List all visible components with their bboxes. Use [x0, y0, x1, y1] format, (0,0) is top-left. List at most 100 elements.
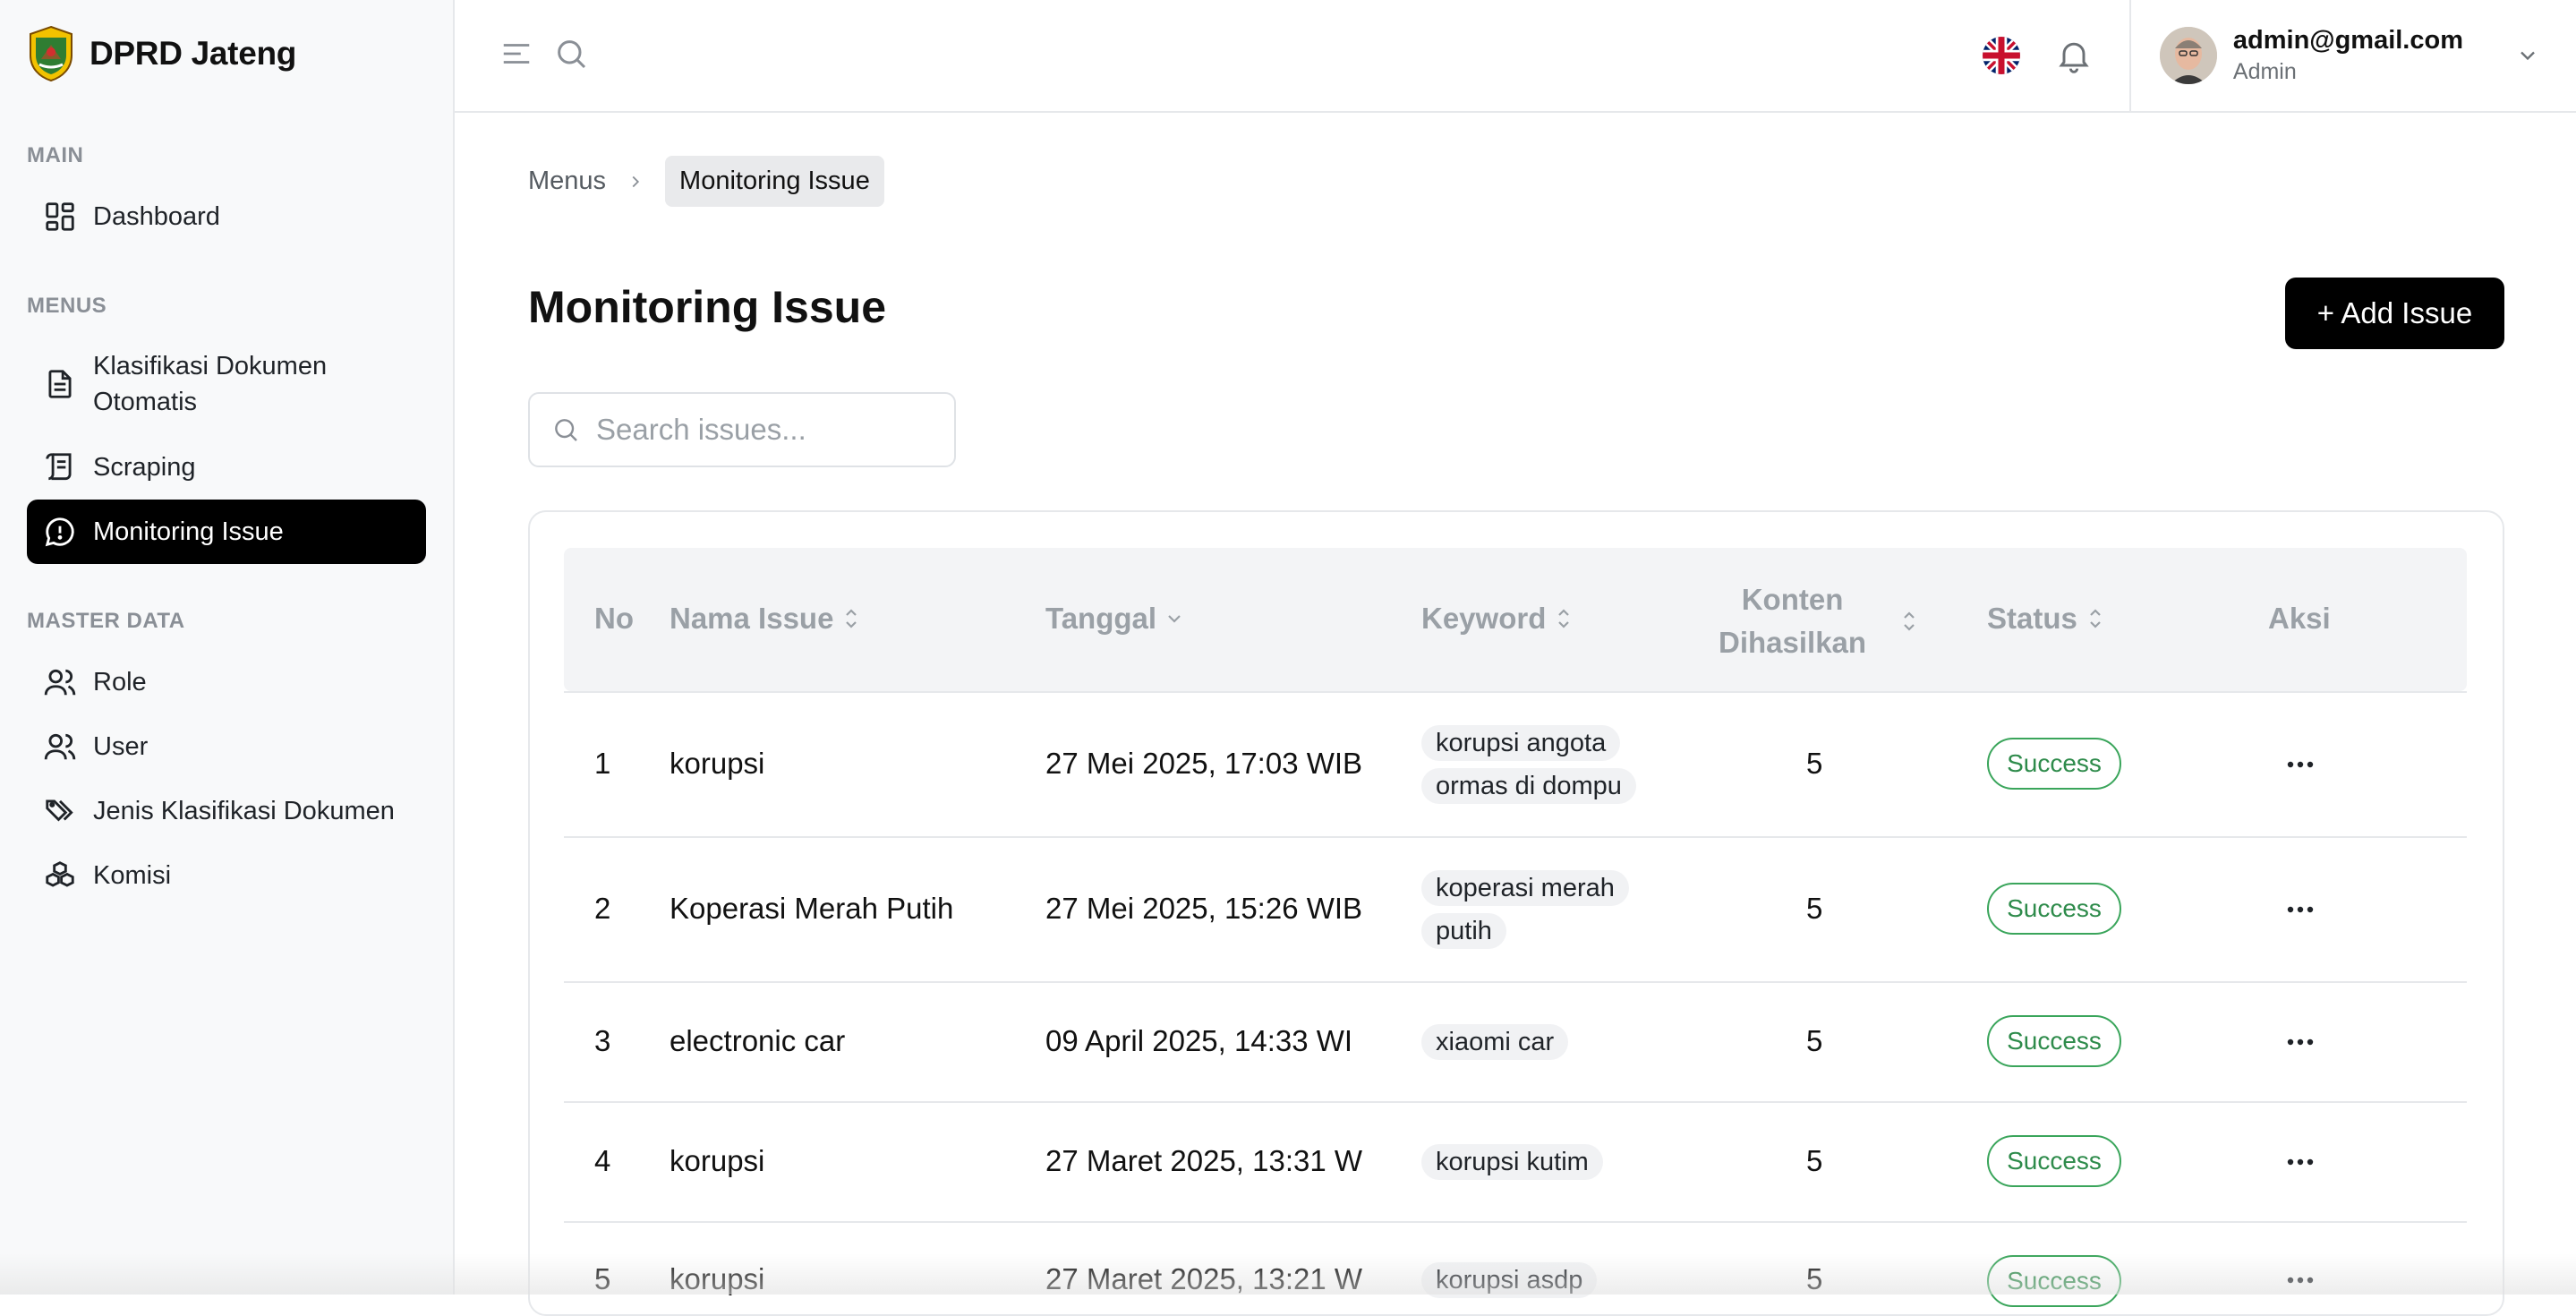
cell-nama-issue: Koperasi Merah Putih	[670, 892, 954, 925]
chevron-down-icon[interactable]	[2515, 43, 2540, 68]
keyword-chip-text: korupsi angota ormas di dompu	[1421, 725, 1636, 804]
menu-toggle-icon[interactable]	[499, 37, 533, 71]
cell-nama-issue: electronic car	[670, 1024, 846, 1057]
sort-icon	[2090, 609, 2101, 628]
more-actions-button[interactable]	[2282, 1262, 2318, 1298]
brand-title: DPRD Jateng	[90, 35, 297, 72]
section-label-master-data: MASTER DATA	[27, 609, 185, 633]
jateng-logo-icon	[30, 25, 73, 82]
sidebar-item-label: Klasifikasi Dokumen Otomatis	[93, 352, 328, 416]
keyword-chip-text: koperasi merah putih	[1421, 870, 1629, 949]
column-header-nama-issue[interactable]: Nama Issue	[670, 602, 862, 636]
breadcrumb: Menus Monitoring Issue	[528, 156, 884, 207]
column-header-label: Keyword	[1421, 602, 1547, 635]
more-actions-button[interactable]	[2282, 892, 2318, 927]
column-header-no: No	[594, 602, 634, 636]
row-divider	[564, 1221, 2467, 1223]
keyword-chip-text: korupsi kutim	[1421, 1144, 1603, 1180]
more-actions-button[interactable]	[2282, 1024, 2318, 1060]
status-badge: Success	[1987, 883, 2121, 935]
user-icon	[44, 733, 76, 760]
cell-tanggal: 27 Mei 2025, 17:03 WIB	[1045, 747, 1363, 780]
topbar: admin@gmail.com Admin	[455, 0, 2576, 113]
dashboard-grid-icon	[46, 202, 74, 231]
sidebar-item-label: Jenis Klasifikasi Dokumen	[93, 796, 395, 825]
column-header-label: Konten	[1741, 583, 1844, 616]
cell-nama-issue: korupsi	[670, 747, 765, 780]
keyword-chip-text: xiaomi car	[1421, 1024, 1569, 1060]
notification-bell-icon[interactable]	[2054, 36, 2094, 75]
column-header-keyword[interactable]: Keyword	[1421, 602, 1574, 636]
cell-nama-issue: korupsi	[670, 1262, 765, 1295]
cell-no: 5	[594, 1262, 611, 1295]
column-header-label: Status	[1987, 602, 2077, 635]
search-icon[interactable]	[553, 36, 589, 72]
sort-icon	[1558, 609, 1570, 628]
keyword-chip: korupsi asdp	[1421, 1259, 1598, 1302]
more-horizontal-icon	[2287, 1038, 2314, 1046]
chat-alert-icon	[45, 517, 74, 547]
cell-nama-issue: korupsi	[670, 1144, 765, 1177]
column-header-label: Nama Issue	[670, 602, 834, 635]
column-header-status[interactable]: Status	[1987, 602, 2106, 636]
scroll-icon	[46, 453, 72, 481]
add-issue-button[interactable]: + Add Issue	[2285, 278, 2504, 349]
status-badge: Success	[1987, 1135, 2121, 1187]
sidebar-item-label: Monitoring Issue	[93, 517, 284, 546]
user-email: admin@gmail.com	[2232, 26, 2463, 55]
cell-konten: 5	[1806, 1262, 1823, 1295]
cell-no: 4	[594, 1144, 611, 1177]
users-icon	[44, 669, 76, 696]
boxes-icon	[46, 861, 74, 887]
column-header-label: Aksi	[2268, 602, 2331, 635]
sidebar-item-dashboard[interactable]: Dashboard	[27, 192, 426, 242]
status-badge: Success	[1987, 1255, 2121, 1307]
sort-desc-icon	[1168, 615, 1181, 623]
sidebar-item-scraping[interactable]: Scraping	[27, 442, 426, 492]
column-header-aksi: Aksi	[2268, 602, 2331, 636]
sidebar-item-user[interactable]: User	[27, 722, 426, 772]
search-input[interactable]	[596, 413, 936, 447]
row-divider	[564, 691, 2467, 693]
row-divider	[564, 981, 2467, 983]
keyword-chip-text: korupsi asdp	[1421, 1262, 1598, 1298]
keyword-chip: xiaomi car	[1421, 1021, 1569, 1064]
sidebar-item-klasifikasi-dokumen[interactable]: Klasifikasi Dokumen Otomatis	[27, 344, 426, 424]
brand[interactable]: DPRD Jateng	[27, 25, 296, 82]
cell-no: 1	[594, 747, 611, 780]
keyword-chip: korupsi kutim	[1421, 1141, 1603, 1184]
tags-icon	[46, 799, 73, 822]
search-box[interactable]	[528, 392, 956, 467]
section-label-main: MAIN	[27, 143, 84, 167]
sidebar-item-monitoring-issue[interactable]: Monitoring Issue	[27, 500, 426, 564]
sidebar: DPRD Jateng MAIN Dashboard MENUS Klasifi…	[0, 0, 455, 1295]
cell-no: 3	[594, 1024, 611, 1057]
language-flag-uk-icon[interactable]	[1982, 37, 2020, 74]
sidebar-item-label: Scraping	[93, 452, 196, 482]
sidebar-item-label: Role	[93, 667, 147, 696]
sidebar-item-jenis-klasifikasi[interactable]: Jenis Klasifikasi Dokumen	[27, 786, 426, 836]
sidebar-item-label: Dashboard	[93, 201, 220, 231]
chevron-right-icon	[632, 175, 640, 187]
cell-konten: 5	[1806, 892, 1823, 925]
cell-tanggal: 09 April 2025, 14:33 WI	[1045, 1024, 1353, 1057]
sidebar-item-label: User	[93, 731, 149, 761]
more-horizontal-icon	[2287, 761, 2314, 768]
sidebar-item-label: Komisi	[93, 860, 172, 890]
column-header-tanggal[interactable]: Tanggal	[1045, 602, 1185, 636]
sidebar-item-komisi[interactable]: Komisi	[27, 850, 426, 901]
breadcrumb-parent[interactable]: Menus	[528, 167, 606, 196]
more-actions-button[interactable]	[2282, 747, 2318, 782]
column-header-label: No	[594, 602, 634, 635]
user-menu[interactable]: admin@gmail.com Admin	[2131, 26, 2576, 85]
cell-konten: 5	[1806, 1024, 1823, 1057]
cell-tanggal: 27 Maret 2025, 13:31 W	[1045, 1144, 1363, 1177]
more-horizontal-icon	[2287, 906, 2314, 913]
cell-konten: 5	[1806, 1144, 1823, 1177]
cell-no: 2	[594, 892, 611, 925]
avatar	[2159, 27, 2217, 84]
column-header-konten-dihasilkan[interactable]: Konten Dihasilkan	[1719, 578, 1920, 664]
more-actions-button[interactable]	[2282, 1144, 2318, 1180]
sidebar-item-role[interactable]: Role	[27, 657, 426, 707]
user-role: Admin	[2232, 59, 2297, 84]
